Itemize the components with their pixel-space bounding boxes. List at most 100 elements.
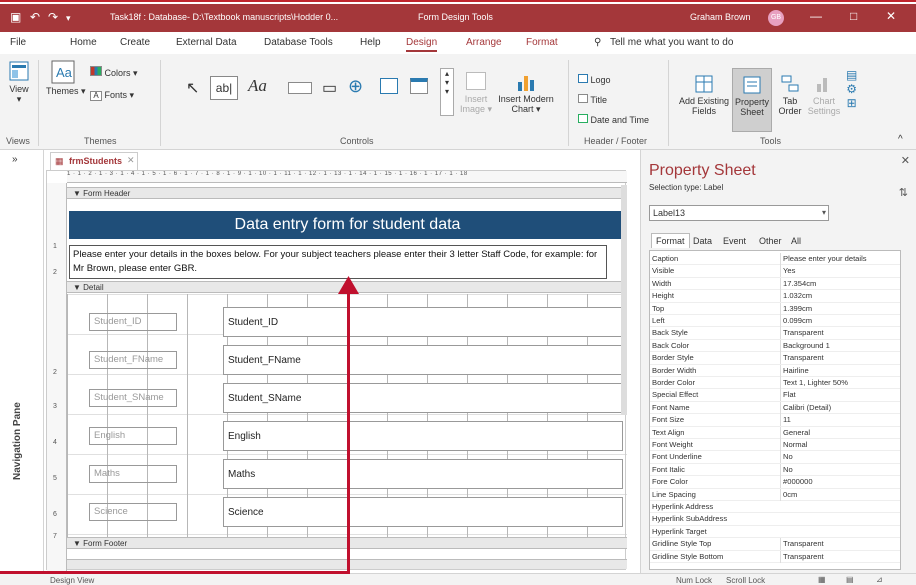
textbox-control-button[interactable]: ab| xyxy=(210,76,238,100)
form-design-surface[interactable]: 1 · 1 · 2 · 1 · 3 · 1 · 4 · 1 · 5 · 1 · … xyxy=(46,170,627,571)
property-value[interactable]: Calibri (Detail) xyxy=(780,401,900,414)
title-button[interactable]: Title xyxy=(578,94,607,105)
textbox-science[interactable]: Science xyxy=(223,497,623,527)
property-value[interactable]: Hairline xyxy=(780,364,900,377)
tab-control-icon[interactable]: ▭ xyxy=(322,78,337,98)
navigation-pane-label[interactable]: Navigation Pane xyxy=(12,402,23,480)
chart-settings-button[interactable]: Chart Settings xyxy=(806,74,842,116)
property-value[interactable]: Normal xyxy=(780,439,900,451)
property-row[interactable]: Hyperlink Address xyxy=(650,501,900,514)
vertical-scrollbar[interactable] xyxy=(621,185,627,415)
property-value[interactable]: No xyxy=(780,463,900,476)
property-row[interactable]: Special Effect Flat xyxy=(650,389,900,402)
tab-format[interactable]: Format xyxy=(526,37,558,48)
property-row[interactable]: Font Italic No xyxy=(650,463,900,477)
property-row[interactable]: Back Color Background 1 xyxy=(650,339,900,353)
property-row[interactable]: Text Align General xyxy=(650,426,900,439)
property-row[interactable]: Visible Yes xyxy=(650,265,900,278)
navigation-control-icon[interactable] xyxy=(410,78,428,96)
web-browser-control-icon[interactable] xyxy=(380,78,398,96)
collapse-ribbon-icon[interactable]: ^ xyxy=(898,134,903,145)
property-value[interactable]: Text 1, Lighter 50% xyxy=(780,377,900,389)
label-english[interactable]: English xyxy=(89,427,177,445)
property-value[interactable]: 1.032cm xyxy=(780,290,900,303)
tab-home[interactable]: Home xyxy=(70,37,97,48)
tab-external-data[interactable]: External Data xyxy=(176,37,237,48)
date-time-button[interactable]: Date and Time xyxy=(578,114,649,125)
property-sheet-button[interactable]: Property Sheet xyxy=(732,68,772,132)
document-tab[interactable]: ▦ frmStudents ✕ xyxy=(50,152,138,170)
label-control-button[interactable]: Aa xyxy=(248,76,267,96)
property-value[interactable]: #000000 xyxy=(780,476,900,489)
property-row[interactable]: Border Style Transparent xyxy=(650,352,900,365)
label-student-sname[interactable]: Student_SName xyxy=(89,389,177,407)
tab-help[interactable]: Help xyxy=(360,37,381,48)
ps-tab-other[interactable]: Other xyxy=(759,236,782,246)
property-row[interactable]: Hyperlink SubAddress xyxy=(650,513,900,526)
close-tab-icon[interactable]: ✕ xyxy=(127,155,135,166)
textbox-student-fname[interactable]: Student_FName xyxy=(223,345,623,375)
label-science[interactable]: Science xyxy=(89,503,177,521)
property-value[interactable]: Background 1 xyxy=(780,339,900,352)
property-row[interactable]: Border Width Hairline xyxy=(650,364,900,377)
controls-gallery-scroll[interactable]: ▴ ▾ ▾ xyxy=(440,68,454,116)
object-selector[interactable]: Label13 ▾ xyxy=(649,205,829,221)
textbox-student-sname[interactable]: Student_SName xyxy=(223,383,623,413)
navigation-pane[interactable]: » Navigation Pane xyxy=(0,150,44,573)
button-control-icon[interactable] xyxy=(288,82,312,96)
tab-design[interactable]: Design xyxy=(406,37,438,52)
property-value[interactable]: No xyxy=(780,451,900,464)
property-row[interactable]: Hyperlink Target xyxy=(650,526,900,539)
instructions-label[interactable]: Please enter your details in the boxes b… xyxy=(69,245,607,279)
ps-tab-event[interactable]: Event xyxy=(723,236,746,246)
tell-me-box[interactable]: Tell me what you want to do xyxy=(610,37,733,48)
form-title-label[interactable]: Data entry form for student data xyxy=(69,211,626,239)
property-row[interactable]: Font Underline No xyxy=(650,451,900,464)
tab-arrange[interactable]: Arrange xyxy=(466,37,502,48)
property-row[interactable]: Caption Please enter your details xyxy=(650,253,900,266)
design-view-icon[interactable]: ⊿ xyxy=(876,575,883,584)
property-row[interactable]: Font Weight Normal xyxy=(650,439,900,452)
property-row[interactable]: Height 1.032cm xyxy=(650,290,900,303)
property-value[interactable]: Transparent xyxy=(780,550,900,563)
tell-me-icon[interactable]: ⚲ xyxy=(594,37,601,48)
property-value[interactable]: Transparent xyxy=(780,538,900,551)
property-row[interactable]: Top 1.399cm xyxy=(650,302,900,315)
property-row[interactable]: Font Size 11 xyxy=(650,414,900,427)
hyperlink-control-icon[interactable]: ⊕ xyxy=(348,76,363,97)
form-view-icon[interactable]: ▦ xyxy=(818,575,826,584)
ps-tab-all[interactable]: All xyxy=(791,236,801,246)
label-maths[interactable]: Maths xyxy=(89,465,177,483)
property-row[interactable]: Left 0.099cm xyxy=(650,315,900,328)
property-row[interactable]: Gridline Style Bottom Transparent xyxy=(650,550,900,563)
view-button[interactable]: View ▾ xyxy=(4,60,34,105)
property-value[interactable]: 0.099cm xyxy=(780,315,900,327)
sort-icon[interactable]: ⇅ xyxy=(899,186,908,199)
property-row[interactable]: Border Color Text 1, Lighter 50% xyxy=(650,377,900,390)
insert-image-button[interactable]: Insert Image ▾ xyxy=(458,72,494,115)
label-student-fname[interactable]: Student_FName xyxy=(89,351,177,369)
ps-tab-data[interactable]: Data xyxy=(693,236,712,246)
select-pointer-icon[interactable]: ↖ xyxy=(186,78,199,98)
textbox-english[interactable]: English xyxy=(223,421,623,451)
tab-database-tools[interactable]: Database Tools xyxy=(264,37,333,48)
redo-icon[interactable]: ↷ xyxy=(48,10,58,24)
tab-file[interactable]: File xyxy=(10,37,26,48)
save-icon[interactable]: ▣ xyxy=(10,10,21,24)
label-student-id[interactable]: Student_ID xyxy=(89,313,177,331)
layout-view-icon[interactable]: ▤ xyxy=(846,575,854,584)
themes-button[interactable]: Aa Themes ▾ xyxy=(46,60,86,97)
expand-nav-icon[interactable]: » xyxy=(12,154,18,165)
form-header-bar[interactable]: ▼ Form Header xyxy=(67,187,627,199)
property-row[interactable]: Fore Color #000000 xyxy=(650,476,900,489)
property-value[interactable]: Flat xyxy=(780,389,900,402)
code-icons[interactable]: ▤ ⚙ ⊞ xyxy=(846,68,857,110)
close-property-sheet-icon[interactable]: ✕ xyxy=(901,154,910,167)
property-value[interactable]: Transparent xyxy=(780,327,900,340)
property-value[interactable]: Please enter your details xyxy=(780,253,900,265)
maximize-icon[interactable]: □ xyxy=(850,9,857,23)
colors-button[interactable]: Colors ▾ xyxy=(90,66,138,79)
tab-create[interactable]: Create xyxy=(120,37,150,48)
property-value[interactable]: 1.399cm xyxy=(780,302,900,315)
user-name[interactable]: Graham Brown xyxy=(690,12,751,22)
